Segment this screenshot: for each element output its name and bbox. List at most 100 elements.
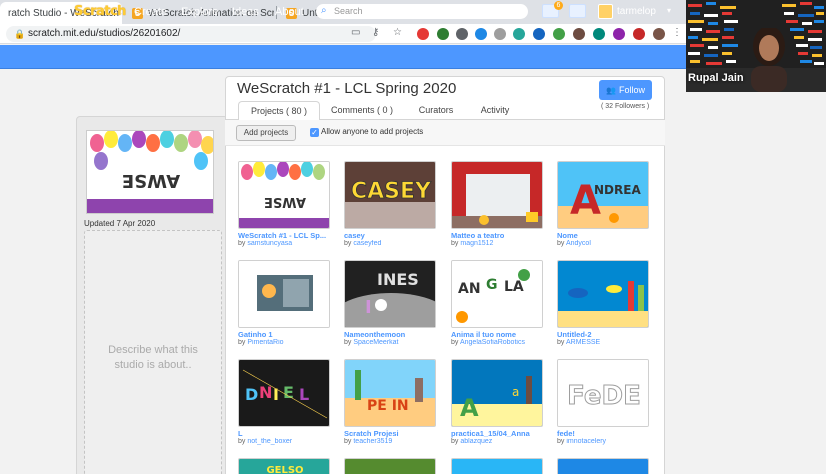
project-title[interactable]: WeScratch #1 - LCL Sp... xyxy=(238,231,332,240)
project-thumbnail[interactable] xyxy=(557,458,649,474)
svg-text:E: E xyxy=(283,383,294,402)
project-card[interactable]: AWSE WeScratch #1 - LCL Sp... by samstuncy… xyxy=(238,161,332,247)
project-thumbnail[interactable]: FeDE xyxy=(557,359,649,427)
tab-activity[interactable]: Activity xyxy=(470,101,520,120)
project-author[interactable]: ablazquez xyxy=(460,438,492,445)
project-thumbnail[interactable]: INES I xyxy=(344,260,436,328)
project-author[interactable]: ARMESSE xyxy=(566,339,600,346)
extension-icon[interactable] xyxy=(593,28,605,40)
extension-icon[interactable] xyxy=(633,28,645,40)
project-card[interactable] xyxy=(344,458,438,474)
project-title[interactable]: Scratch Projesi xyxy=(344,429,438,438)
project-card[interactable]: AN G LA Anima il tuo nome by AngelaSofiaRobo… xyxy=(451,260,545,346)
project-thumbnail[interactable]: DNIEL xyxy=(238,359,330,427)
by-label: by xyxy=(557,339,565,346)
extension-icon[interactable] xyxy=(437,28,449,40)
menu-dots-icon[interactable]: ⋮ xyxy=(672,27,682,38)
project-thumbnail[interactable]: PE IN xyxy=(344,359,436,427)
svg-text:AWSE: AWSE xyxy=(122,170,180,191)
project-thumbnail[interactable]: GELSO xyxy=(238,458,330,474)
project-card[interactable]: GELSO xyxy=(238,458,332,474)
project-title[interactable]: Untitled-2 xyxy=(557,330,651,339)
extension-icon[interactable] xyxy=(513,28,525,40)
username[interactable]: tarmelop xyxy=(617,6,656,17)
project-card[interactable] xyxy=(557,458,651,474)
extension-icon[interactable] xyxy=(533,28,545,40)
project-thumbnail[interactable] xyxy=(344,458,436,474)
project-title[interactable]: Anima il tuo nome xyxy=(451,330,545,339)
project-author[interactable]: magn1512 xyxy=(460,240,493,247)
user-avatar[interactable] xyxy=(598,4,613,19)
project-author[interactable]: Andycol xyxy=(566,240,591,247)
project-thumbnail[interactable] xyxy=(451,161,543,229)
project-card[interactable]: PE IN Scratch Projesi by teacher3519 xyxy=(344,359,438,445)
extension-icon[interactable] xyxy=(417,28,429,40)
project-card[interactable]: Aa practica1_15/04_Anna by ablazquez xyxy=(451,359,545,445)
project-thumbnail[interactable] xyxy=(557,260,649,328)
project-thumbnail[interactable]: AWSE xyxy=(238,161,330,229)
extension-icon[interactable] xyxy=(613,28,625,40)
cast-icon[interactable]: ▭ xyxy=(351,27,360,38)
nav-create[interactable]: Create xyxy=(134,6,167,18)
project-author[interactable]: imnotacelery xyxy=(566,438,606,445)
project-card[interactable]: D N I E L Lby not_the_boxer xyxy=(238,359,332,445)
project-author[interactable]: PimentaRio xyxy=(247,339,283,346)
project-author[interactable]: caseyfed xyxy=(353,240,381,247)
profile-avatar-icon[interactable] xyxy=(653,28,665,40)
project-card[interactable]: Gatinho 1 by PimentaRio xyxy=(238,260,332,346)
scratch-logo[interactable]: Scratch xyxy=(74,4,126,19)
extension-icon[interactable] xyxy=(475,28,487,40)
project-author[interactable]: AngelaSofiaRobotics xyxy=(460,339,525,346)
project-title[interactable]: Nome xyxy=(557,231,651,240)
by-label: by xyxy=(451,240,459,247)
project-card[interactable]: FeDE fede! by imnotacelery xyxy=(557,359,651,445)
tab-comments[interactable]: Comments ( 0 ) xyxy=(325,101,399,120)
tab-curators[interactable]: Curators xyxy=(407,101,465,120)
key-icon[interactable]: ⚷ xyxy=(372,27,379,38)
project-title[interactable]: casey xyxy=(344,231,438,240)
project-author[interactable]: teacher3519 xyxy=(353,438,392,445)
svg-text:NDREA: NDREA xyxy=(594,183,641,197)
project-card[interactable]: A NDREA Nome by Andycol xyxy=(557,161,651,247)
nav-ideas[interactable]: Ideas xyxy=(232,6,259,18)
project-author[interactable]: SpaceMeerkat xyxy=(353,339,398,346)
star-icon[interactable]: ☆ xyxy=(393,27,402,38)
extension-icon[interactable] xyxy=(456,28,468,40)
chevron-down-icon[interactable]: ▾ xyxy=(667,6,671,15)
project-title[interactable]: Nameonthemoon xyxy=(344,330,438,339)
project-thumbnail[interactable]: CASEY xyxy=(344,161,436,229)
project-thumbnail[interactable]: A NDREA xyxy=(557,161,649,229)
follow-button[interactable]: 👥 Follow xyxy=(599,80,652,100)
project-card[interactable]: INES I Nameonthemoon by SpaceMeerkat xyxy=(344,260,438,346)
search-input[interactable]: ⌕ Search xyxy=(316,4,528,19)
extension-icon[interactable] xyxy=(573,28,585,40)
extension-icon[interactable] xyxy=(553,28,565,40)
project-title[interactable]: L xyxy=(238,429,332,438)
nav-about[interactable]: About xyxy=(275,6,304,18)
project-title[interactable]: Gatinho 1 xyxy=(238,330,332,339)
project-author[interactable]: not_the_boxer xyxy=(247,438,292,445)
nav-explore[interactable]: Explore xyxy=(181,6,218,18)
project-thumbnail[interactable] xyxy=(451,458,543,474)
by-label: by xyxy=(238,438,246,445)
project-thumbnail[interactable]: AN G LA xyxy=(451,260,543,328)
project-title[interactable]: fede! xyxy=(557,429,651,438)
my-stuff-folder-icon[interactable] xyxy=(569,4,586,18)
project-author[interactable]: samstuncyasa xyxy=(247,240,292,247)
project-thumbnail[interactable] xyxy=(238,260,330,328)
project-title[interactable]: Matteo a teatro xyxy=(451,231,545,240)
project-title[interactable]: practica1_15/04_Anna xyxy=(451,429,545,438)
allow-anyone-checkbox[interactable]: ✓ xyxy=(310,128,319,137)
address-bar[interactable]: 🔒 scratch.mit.edu/studios/26201602/ xyxy=(6,26,376,42)
messages-icon[interactable]: 6 xyxy=(542,1,563,18)
project-card[interactable]: CASEY casey by caseyfed xyxy=(344,161,438,247)
project-thumbnail[interactable]: Aa xyxy=(451,359,543,427)
add-projects-button[interactable]: Add projects xyxy=(236,125,296,141)
project-card[interactable] xyxy=(451,458,545,474)
extension-icon[interactable] xyxy=(494,28,506,40)
project-card[interactable]: Matteo a teatro by magn1512 xyxy=(451,161,545,247)
tab-projects[interactable]: Projects ( 80 ) xyxy=(238,101,320,122)
project-card[interactable]: Untitled-2 by ARMESSE xyxy=(557,260,651,346)
svg-text:INES: INES xyxy=(377,270,419,289)
studio-title[interactable]: WeScratch #1 - LCL Spring 2020 xyxy=(237,80,456,97)
